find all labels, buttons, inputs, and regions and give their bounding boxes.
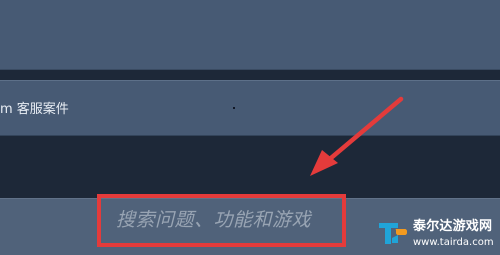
search-input-placeholder[interactable]: 搜索问题、功能和游戏 [116, 207, 311, 233]
watermark: 泰尔达游戏网 www.tairda.com [375, 214, 500, 255]
separator-dot [233, 107, 235, 109]
support-tickets-label: m 客服案件 [0, 102, 69, 117]
support-tickets-row[interactable] [0, 80, 500, 136]
watermark-url: www.tairda.com [413, 237, 494, 248]
tairda-logo-icon [379, 223, 407, 244]
watermark-title: 泰尔达游戏网 [413, 219, 493, 234]
top-panel [0, 0, 500, 70]
